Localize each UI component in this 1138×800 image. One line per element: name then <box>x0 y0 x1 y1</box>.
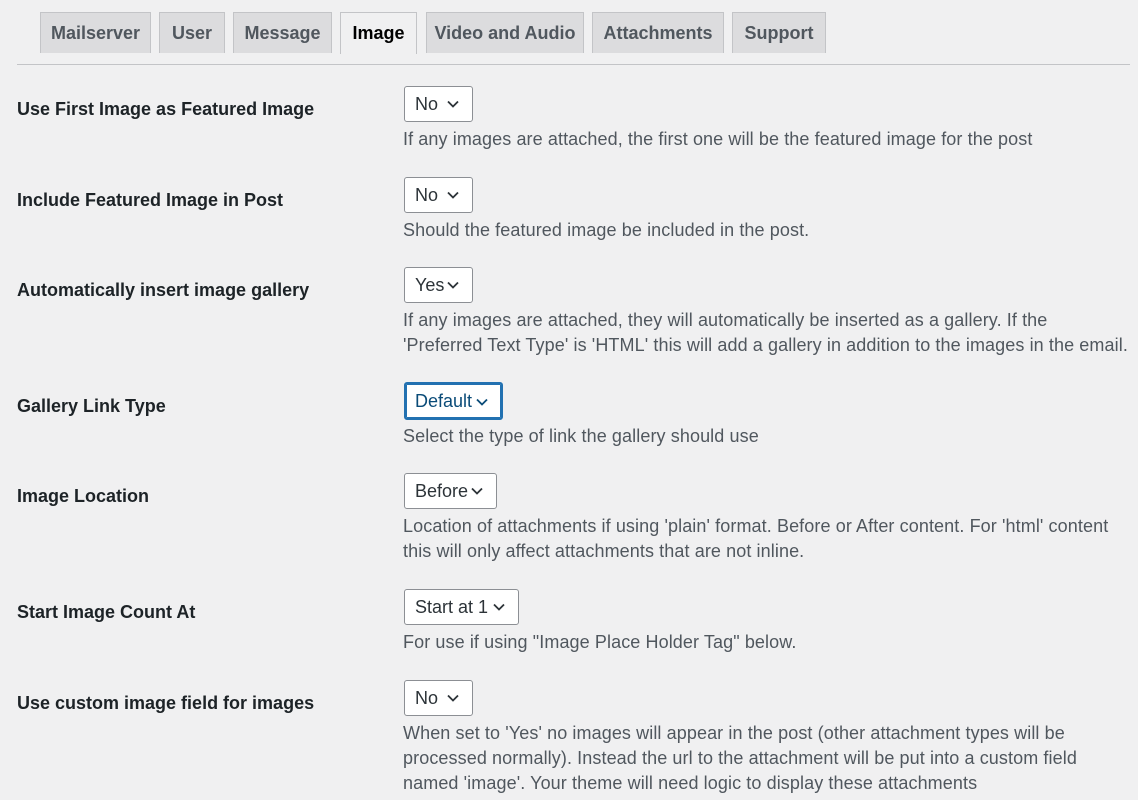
tab-label: Support <box>744 22 814 43</box>
setting-label-include-featured: Include Featured Image in Post <box>17 190 284 210</box>
tab-label: Message <box>244 22 321 43</box>
setting-label-custom-image-field: Use custom image field for images <box>17 693 315 713</box>
tab-message[interactable]: Message <box>233 12 332 53</box>
tab-mailserver[interactable]: Mailserver <box>40 12 151 53</box>
chevron-down-icon <box>447 281 459 289</box>
setting-description: When set to 'Yes' no images will appear … <box>403 723 1077 793</box>
tab-image[interactable]: Image <box>340 12 417 54</box>
select-value: Before <box>415 480 469 501</box>
setting-description: Should the featured image be included in… <box>403 220 810 240</box>
select-value: Default <box>415 390 473 411</box>
select-value: Start at 1 <box>415 596 489 617</box>
include-featured-select[interactable]: No <box>404 177 473 213</box>
chevron-down-icon <box>493 603 505 611</box>
tab-label: Mailserver <box>50 22 141 43</box>
setting-description: Select the type of link the gallery shou… <box>403 426 759 446</box>
setting-label-gallery-link-type: Gallery Link Type <box>17 396 166 416</box>
setting-description: Location of attachments if using 'plain'… <box>403 516 1109 561</box>
custom-image-field-select[interactable]: No <box>404 680 473 716</box>
setting-label-first-image-featured: Use First Image as Featured Image <box>17 99 315 119</box>
select-value: No <box>415 184 439 205</box>
tab-label: Video and Audio <box>434 22 576 43</box>
chevron-down-icon <box>447 694 459 702</box>
select-value: No <box>415 93 439 114</box>
chevron-down-icon <box>471 487 483 495</box>
chevron-down-icon <box>447 191 459 199</box>
select-value: No <box>415 687 439 708</box>
setting-label-image-location: Image Location <box>17 486 150 506</box>
tab-label: User <box>171 22 213 43</box>
select-value: Yes <box>415 274 445 295</box>
tab-attachments[interactable]: Attachments <box>592 12 724 53</box>
tab-label: Attachments <box>603 22 713 43</box>
start-image-count-select[interactable]: Start at 1 <box>404 589 519 625</box>
gallery-link-type-select[interactable]: Default <box>404 382 503 420</box>
tab-divider <box>17 64 1130 65</box>
tab-support[interactable]: Support <box>732 12 826 53</box>
tab-video-and-audio[interactable]: Video and Audio <box>426 12 584 53</box>
chevron-down-icon <box>447 100 459 108</box>
first-image-featured-select[interactable]: No <box>404 86 473 122</box>
setting-label-start-image-count: Start Image Count At <box>17 602 196 622</box>
tab-user[interactable]: User <box>159 12 225 53</box>
settings-page: Mailserver User Message Image Video and … <box>0 0 1138 800</box>
auto-gallery-select[interactable]: Yes <box>404 267 473 303</box>
image-location-select[interactable]: Before <box>404 473 497 509</box>
chevron-down-icon <box>476 398 488 406</box>
tab-label: Image <box>352 23 405 43</box>
setting-description: If any images are attached, the first on… <box>403 129 1033 149</box>
setting-description: For use if using "Image Place Holder Tag… <box>403 632 797 652</box>
setting-description: If any images are attached, they will au… <box>403 310 1128 355</box>
setting-label-auto-gallery: Automatically insert image gallery <box>17 280 310 300</box>
